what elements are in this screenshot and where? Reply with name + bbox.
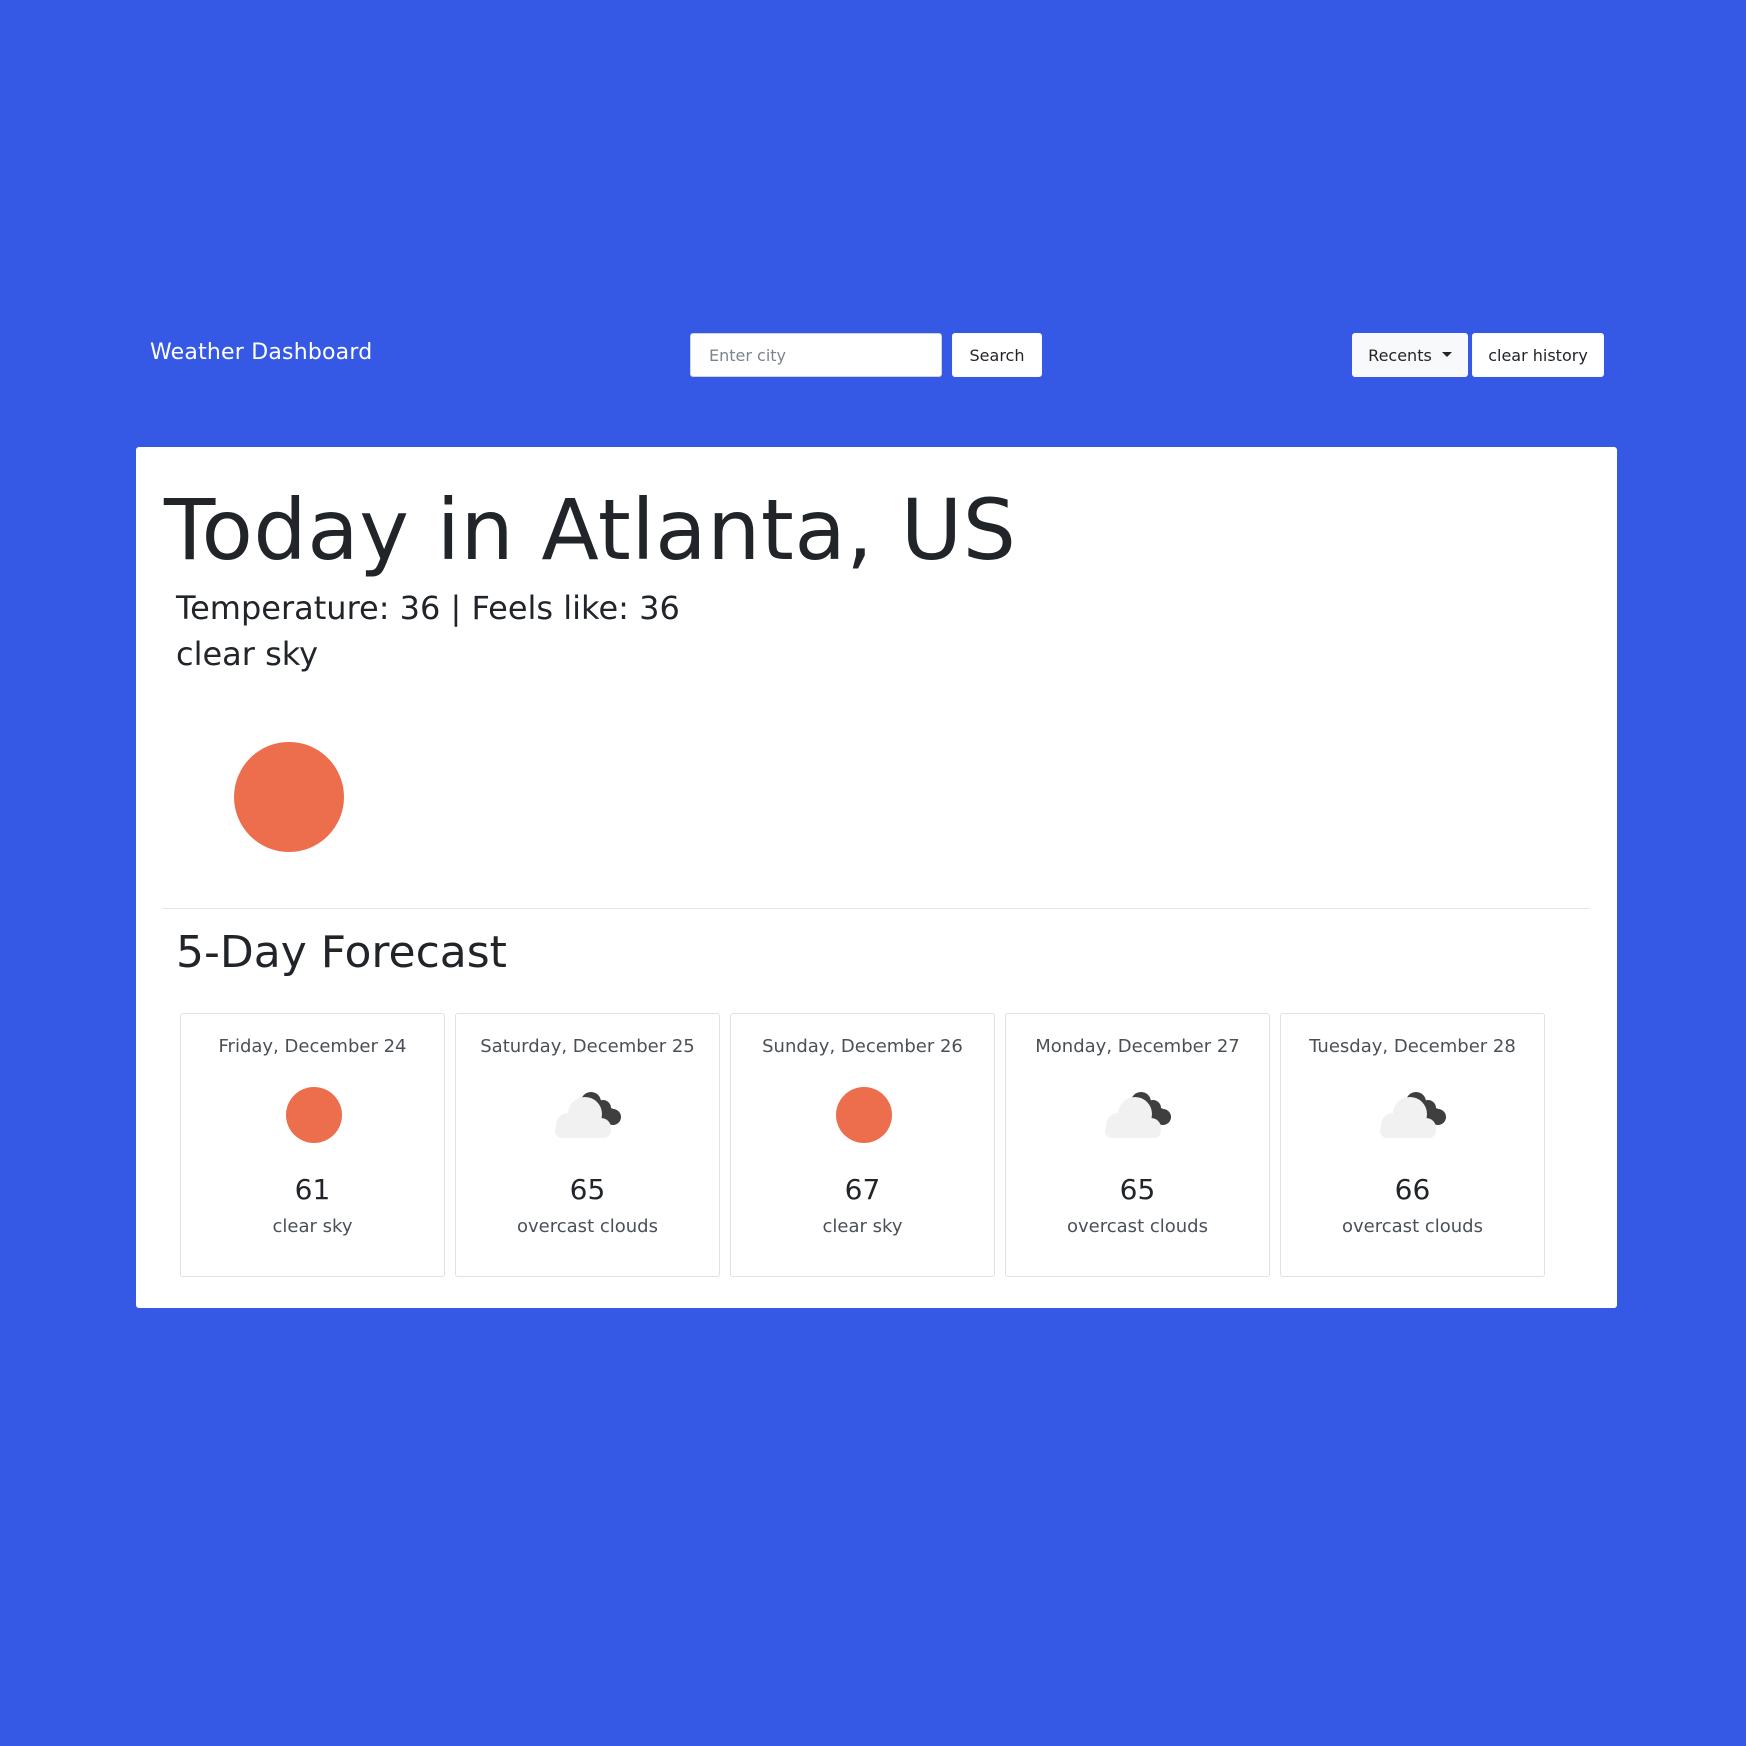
forecast-weather-icon <box>273 1084 355 1146</box>
today-weather-icon <box>233 741 345 853</box>
forecast-weather-icon <box>548 1084 630 1146</box>
weather-card: Today in Atlanta, US Temperature: 36 | F… <box>136 447 1617 1308</box>
city-search-input[interactable] <box>690 333 942 377</box>
forecast-date: Tuesday, December 28 <box>1309 1036 1516 1057</box>
forecast-date: Monday, December 27 <box>1035 1036 1240 1057</box>
cloud-icon <box>1105 1092 1171 1138</box>
forecast-description: overcast clouds <box>1342 1216 1483 1237</box>
forecast-cards: Friday, December 24 61 clear sky Saturday, … <box>180 1013 1545 1277</box>
sun-icon <box>836 1087 892 1143</box>
divider <box>162 908 1590 909</box>
forecast-description: overcast clouds <box>517 1216 658 1237</box>
clear-history-button[interactable]: clear history <box>1472 333 1604 377</box>
forecast-date: Sunday, December 26 <box>762 1036 963 1057</box>
current-description: clear sky <box>176 635 319 673</box>
forecast-card: Friday, December 24 61 clear sky <box>180 1013 445 1277</box>
current-temperature: Temperature: 36 | Feels like: 36 <box>176 589 680 627</box>
search-button-label: Search <box>969 345 1025 365</box>
forecast-temp: 66 <box>1394 1173 1431 1206</box>
recents-dropdown-button[interactable]: Recents <box>1352 333 1468 377</box>
forecast-title: 5-Day Forecast <box>176 927 507 978</box>
forecast-card: Saturday, December 25 65 overcast clouds <box>455 1013 720 1277</box>
forecast-temp: 65 <box>1119 1173 1156 1206</box>
forecast-card: Sunday, December 26 67 clear sky <box>730 1013 995 1277</box>
forecast-date: Friday, December 24 <box>218 1036 407 1057</box>
forecast-temp: 61 <box>294 1173 331 1206</box>
forecast-weather-icon <box>1098 1084 1180 1146</box>
caret-down-icon <box>1441 351 1452 357</box>
forecast-card: Monday, December 27 65 overcast clouds <box>1005 1013 1270 1277</box>
clear-history-label: clear history <box>1488 345 1588 365</box>
forecast-weather-icon <box>1373 1084 1455 1146</box>
today-title: Today in Atlanta, US <box>164 481 1017 579</box>
forecast-date: Saturday, December 25 <box>480 1036 695 1057</box>
sun-icon <box>286 1087 342 1143</box>
forecast-temp: 67 <box>844 1173 881 1206</box>
forecast-card: Tuesday, December 28 66 overcast clouds <box>1280 1013 1545 1277</box>
brand-title[interactable]: Weather Dashboard <box>150 340 372 365</box>
navbar: Weather Dashboard Search Recents clear h… <box>136 332 1604 378</box>
forecast-weather-icon <box>823 1084 905 1146</box>
forecast-description: clear sky <box>272 1216 353 1237</box>
search-button[interactable]: Search <box>952 333 1042 377</box>
sun-icon <box>234 742 344 852</box>
forecast-description: overcast clouds <box>1067 1216 1208 1237</box>
recents-button-label: Recents <box>1368 345 1432 365</box>
forecast-temp: 65 <box>569 1173 606 1206</box>
cloud-icon <box>555 1092 621 1138</box>
forecast-description: clear sky <box>822 1216 903 1237</box>
cloud-icon <box>1380 1092 1446 1138</box>
